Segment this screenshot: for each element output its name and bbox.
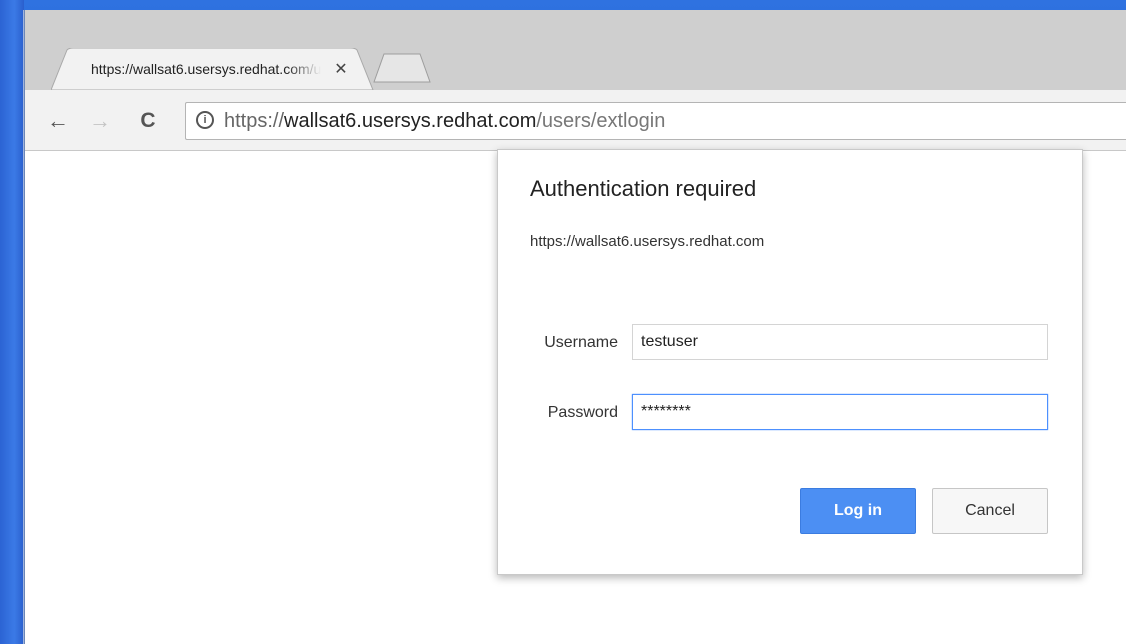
browser-tab-active[interactable]: https://wallsat6.usersys.redhat.com/user… [51,48,374,90]
cancel-button[interactable]: Cancel [932,488,1048,534]
reload-icon[interactable]: C [133,106,163,136]
tab-title: https://wallsat6.usersys.redhat.com/user… [91,61,321,77]
auth-dialog: Authentication required https://wallsat6… [497,149,1083,575]
login-button[interactable]: Log in [800,488,916,534]
back-arrow-icon[interactable]: ← [43,106,73,136]
dialog-title: Authentication required [530,176,757,201]
address-url[interactable]: https://wallsat6.usersys.redhat.com/user… [224,110,665,133]
browser-window: https://wallsat6.usersys.redhat.com/user… [24,10,1126,644]
browser-toolbar: ← → C i https://wallsat6.usersys.redhat.… [25,90,1126,151]
password-label: Password [547,404,618,421]
password-field[interactable] [632,394,1048,430]
new-tab-icon [373,53,431,83]
url-path: /users/extlogin [536,110,666,132]
address-bar[interactable]: i https://wallsat6.usersys.redhat.com/us… [185,102,1126,140]
dialog-origin: https://wallsat6.usersys.redhat.com [530,233,765,250]
username-field[interactable] [632,324,1048,360]
new-tab-button[interactable] [370,52,434,84]
url-scheme: https:// [224,110,285,132]
desktop-edge [0,0,24,644]
username-label: Username [544,334,618,351]
site-info-icon[interactable]: i [196,111,214,129]
tab-close-icon[interactable]: ✕ [331,60,351,80]
forward-arrow-icon[interactable]: → [85,106,115,136]
url-host: wallsat6.usersys.redhat.com [284,110,537,132]
